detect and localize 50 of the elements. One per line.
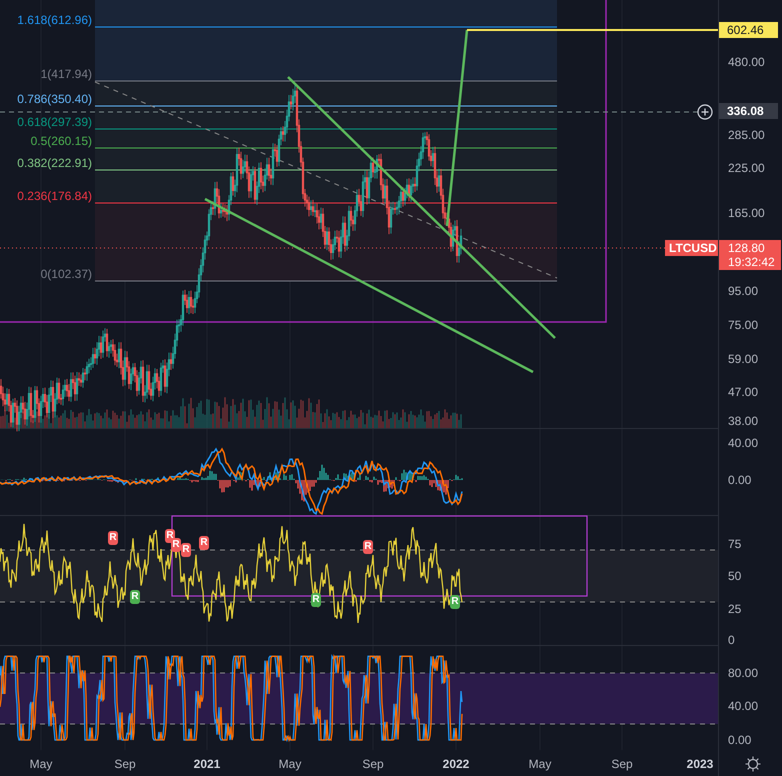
fib-level-label: 0.618(297.39)	[16, 115, 92, 129]
time-axis-label: 2023	[686, 756, 714, 772]
fib-level-label: 0.786(350.40)	[16, 92, 92, 106]
time-axis-label: May	[30, 756, 52, 772]
axis-tick-label: 75	[728, 536, 742, 552]
axis-tick-label: 0.00	[728, 732, 752, 748]
settings-icon[interactable]	[745, 756, 761, 772]
fib-level-label: 0(102.37)	[40, 267, 92, 281]
axis-tick-label: 0	[728, 632, 735, 648]
time-axis-label: 2021	[194, 756, 220, 772]
fib-level-label: 0.5(260.15)	[30, 134, 92, 148]
axis-tick-label: 40.00	[728, 435, 758, 451]
signal-label: R	[363, 540, 373, 554]
axis-tick-label: 165.00	[728, 205, 765, 221]
axis-tick-label: 0.00	[728, 472, 752, 488]
axis-tick-label: 95.00	[728, 283, 758, 299]
axis-tick-label: 40.00	[728, 698, 758, 714]
axis-tick-label: 38.00	[728, 413, 758, 429]
target-price-label: 602.46	[719, 22, 778, 38]
signal-label: R	[450, 595, 460, 609]
countdown-timer: 19:32:42	[728, 255, 776, 269]
time-axis-label: Sep	[362, 756, 384, 772]
signal-label: R	[181, 543, 191, 557]
time-axis-label: 2022	[442, 756, 470, 772]
time-axis-label: Sep	[114, 756, 136, 772]
fib-level-label: 1(417.94)	[40, 67, 92, 81]
signal-label: R	[199, 536, 209, 550]
axis-tick-label: 59.00	[728, 351, 758, 367]
last-price-value: 128.80	[728, 241, 766, 255]
time-axis-label: May	[278, 756, 302, 772]
axis-tick-label: 80.00	[728, 665, 758, 681]
axis-tick-label: 225.00	[728, 160, 765, 176]
axis-tick-label: 75.00	[728, 317, 758, 333]
signal-label: R	[130, 590, 140, 604]
plus-circle-icon[interactable]	[697, 104, 713, 120]
signal-label: R	[311, 593, 321, 607]
fib-level-label: 1.618(612.96)	[16, 13, 92, 27]
axis-tick-label: 285.00	[728, 127, 765, 143]
axis-tick-label: 25	[728, 601, 742, 617]
symbol-label: LTCUSD	[665, 240, 721, 256]
axis-tick-label: 47.00	[728, 384, 758, 400]
fib-level-label: 0.382(222.91)	[16, 156, 92, 170]
signal-label: R	[171, 538, 181, 552]
axis-tick-label: 50	[728, 568, 742, 584]
time-axis-label: Sep	[611, 756, 633, 772]
crosshair-price-label: 336.08	[719, 103, 778, 119]
fib-level-label: 0.236(176.84)	[16, 189, 92, 203]
time-axis-label: May	[528, 756, 552, 772]
signal-label: R	[108, 531, 118, 545]
axis-tick-label: 480.00	[728, 54, 765, 70]
